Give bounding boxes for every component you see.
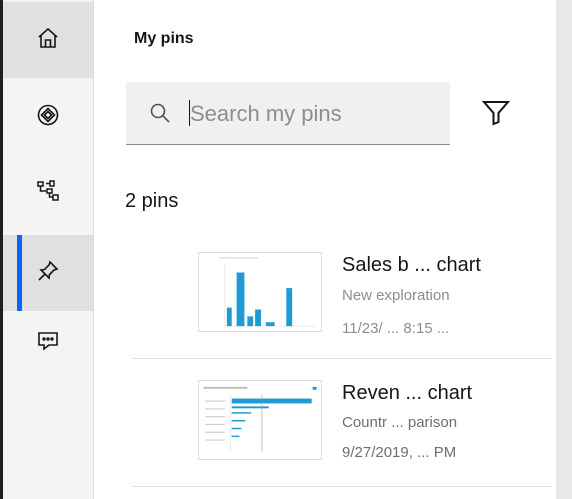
compass-icon <box>36 103 60 132</box>
scroll-gutter <box>556 0 572 499</box>
pin-divider <box>132 358 552 359</box>
my-pins-panel: My pins 2 pins <box>94 0 556 499</box>
rail-item-home[interactable] <box>3 2 93 78</box>
pin-name: Reven ... chart <box>342 382 473 404</box>
pin-name: Sales b ... chart <box>342 254 481 276</box>
pin-source: Countr ... parison <box>342 414 458 431</box>
pin-card[interactable]: Reven ... chart Countr ... parison 9/27/… <box>132 366 552 484</box>
rail-item-pins[interactable] <box>3 235 93 311</box>
pin-source: New exploration <box>342 287 450 304</box>
side-rail <box>3 0 94 499</box>
rail-item-explore[interactable] <box>3 79 93 155</box>
rail-item-structure[interactable] <box>3 155 93 231</box>
pin-date: 11/23/ ... 8:15 ... <box>342 320 450 337</box>
pin-icon <box>36 259 60 288</box>
search-input[interactable] <box>188 94 442 134</box>
tree-view-icon <box>36 179 60 208</box>
rail-item-assistant[interactable] <box>3 305 93 381</box>
text-cursor <box>189 100 190 126</box>
pin-count: 2 pins <box>125 190 179 212</box>
panel-title: My pins <box>134 30 194 47</box>
pin-divider <box>132 486 552 487</box>
home-icon <box>36 26 60 55</box>
filter-button[interactable] <box>480 96 512 128</box>
pin-date: 9/27/2019, ... PM <box>342 444 457 461</box>
pin-thumbnail <box>198 380 322 460</box>
pin-card[interactable]: Sales b ... chart New exploration 11/23/… <box>132 238 552 356</box>
search-field[interactable] <box>126 82 450 145</box>
filter-icon <box>480 101 512 132</box>
chat-icon <box>36 329 60 358</box>
search-icon <box>149 102 171 124</box>
pin-thumbnail <box>198 252 322 332</box>
